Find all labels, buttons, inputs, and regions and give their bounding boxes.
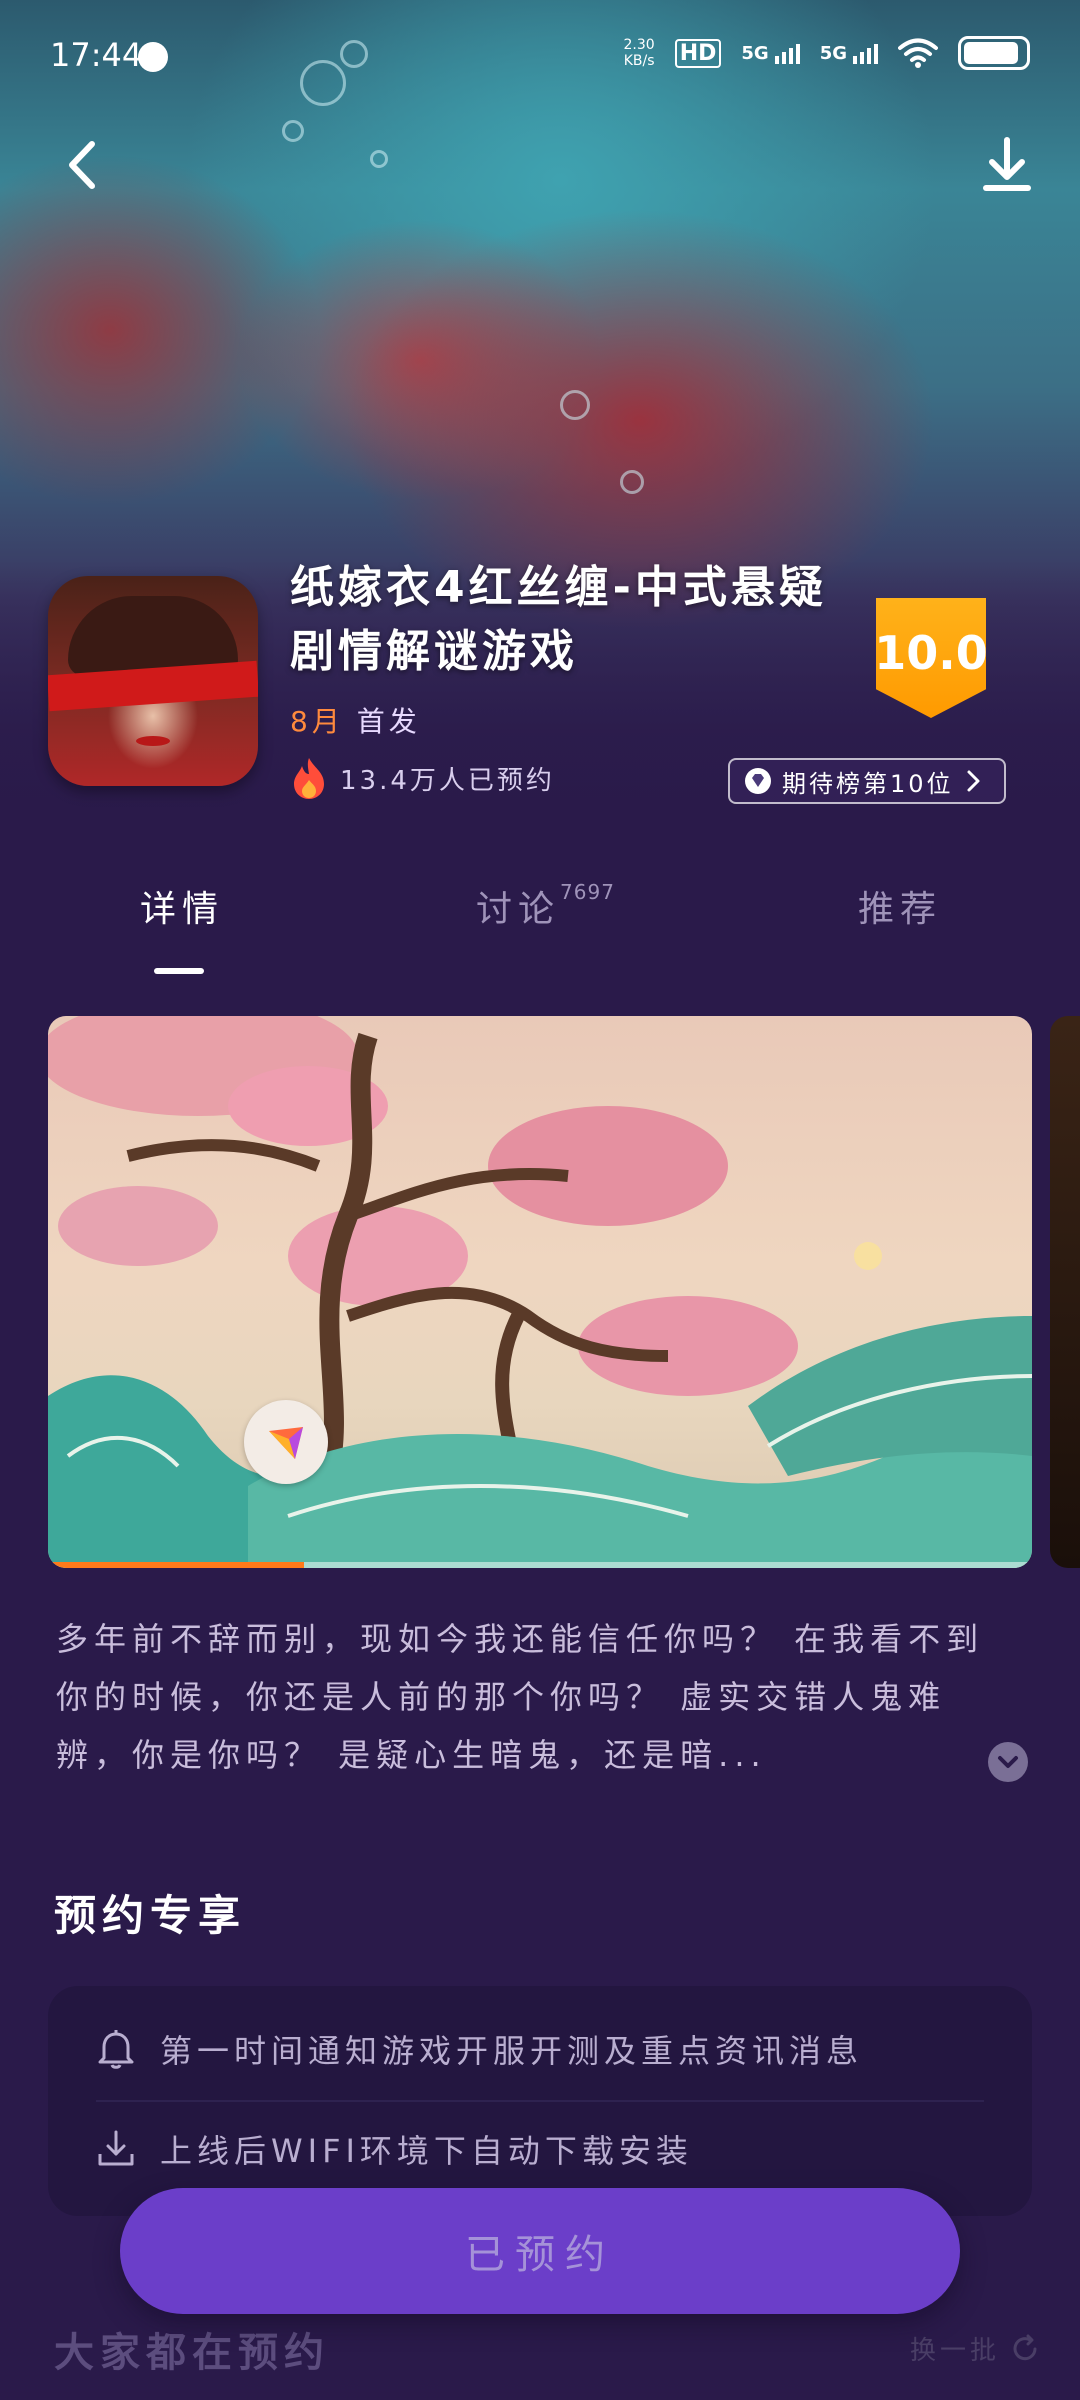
reserved-button[interactable]: 已预约	[120, 2188, 960, 2314]
signal-label: 5G	[819, 42, 847, 64]
tab-label: 详情	[140, 889, 225, 930]
perks-section-title: 预约专享	[54, 1891, 247, 1940]
chevron-left-icon	[69, 141, 95, 189]
tab-recommend[interactable]: 推荐	[858, 880, 942, 932]
fire-icon	[294, 758, 324, 799]
game-title: 纸嫁衣4红丝缠-中式悬疑剧情解谜游戏	[290, 562, 827, 677]
status-bar: 17:44 2.30 KB/s HD 5G 5G	[0, 0, 1080, 110]
perks-card: 第一时间通知游戏开服开测及重点资讯消息 上线后WIFI环境下自动下载安装	[48, 1986, 1032, 2216]
game-description: 多年前不辞而别，现如今我还能信任你吗？ 在我看不到你的时候，你还是人前的那个你吗…	[56, 1620, 985, 1774]
reservation-count: 13.4万人已预约	[290, 756, 555, 800]
game-icon	[48, 576, 258, 786]
hd-icon: HD	[674, 38, 722, 68]
perk-text: 上线后WIFI环境下自动下载安装	[160, 2132, 693, 2170]
bubble-decoration	[560, 390, 590, 420]
network-speed: 2.30 KB/s	[624, 37, 655, 69]
diamond-icon	[745, 768, 771, 794]
battery-icon	[958, 36, 1030, 70]
network-speed-value: 2.30	[623, 37, 655, 53]
active-tab-indicator	[154, 968, 204, 974]
perk-item: 第一时间通知游戏开服开测及重点资讯消息	[96, 2026, 863, 2072]
rank-button[interactable]: 期待榜第10位	[728, 758, 1006, 804]
reservation-count-text: 13.4万人已预约	[340, 765, 555, 796]
video-progress-fill	[48, 1562, 304, 1568]
wifi-icon	[898, 38, 938, 68]
release-suffix: 首发	[356, 705, 421, 738]
tab-bar: 详情 讨论7697 推荐	[0, 880, 1080, 970]
play-logo-icon[interactable]	[244, 1400, 328, 1484]
notification-icon	[138, 42, 168, 72]
artwork-image	[48, 1016, 1032, 1568]
bubble-decoration	[620, 470, 644, 494]
download-icon	[983, 137, 1031, 191]
tab-discussion[interactable]: 讨论7697	[476, 880, 615, 932]
signal-icon: 5G	[820, 43, 878, 64]
chevron-down-icon	[998, 1756, 1018, 1768]
refresh-icon	[1013, 2334, 1037, 2360]
game-detail-page: 17:44 2.30 KB/s HD 5G 5G 纸嫁衣4红丝缠-中式悬疑剧情解…	[0, 0, 1080, 2400]
tab-details[interactable]: 详情	[140, 880, 224, 932]
status-indicators: 2.30 KB/s HD 5G 5G	[624, 36, 1030, 70]
bubble-decoration	[282, 120, 304, 142]
status-time: 17:44	[50, 36, 143, 74]
download-icon	[98, 2130, 134, 2166]
expand-description-button[interactable]	[988, 1742, 1028, 1782]
video-preview[interactable]	[48, 1016, 1032, 1568]
bubble-decoration	[370, 150, 388, 168]
signal-label: 5G	[741, 42, 769, 64]
download-button[interactable]	[972, 130, 1042, 200]
bell-icon	[98, 2030, 134, 2069]
refresh-button[interactable]: 换一批	[910, 2330, 1040, 2367]
perk-item: 上线后WIFI环境下自动下载安装	[96, 2126, 693, 2172]
signal-icon: 5G	[741, 42, 800, 64]
tab-label: 推荐	[858, 889, 943, 930]
tab-label: 讨论	[476, 889, 561, 930]
app-logo-icon	[269, 1427, 303, 1459]
release-info: 8月 首发	[290, 700, 421, 740]
popular-reservations-title: 大家都在预约	[54, 2330, 330, 2376]
rank-label: 期待榜第10位	[782, 769, 954, 798]
network-speed-unit: KB/s	[623, 53, 655, 69]
chevron-right-icon	[967, 770, 980, 792]
tab-count: 7697	[560, 880, 615, 904]
perk-text: 第一时间通知游戏开服开测及重点资讯消息	[160, 2032, 864, 2070]
back-button[interactable]	[50, 130, 120, 200]
refresh-label: 换一批	[909, 2336, 1000, 2366]
perk-divider	[96, 2100, 984, 2102]
release-month: 8月	[290, 705, 344, 738]
next-media-thumbnail[interactable]	[1050, 1016, 1080, 1568]
video-progress-bar[interactable]	[48, 1562, 1032, 1568]
